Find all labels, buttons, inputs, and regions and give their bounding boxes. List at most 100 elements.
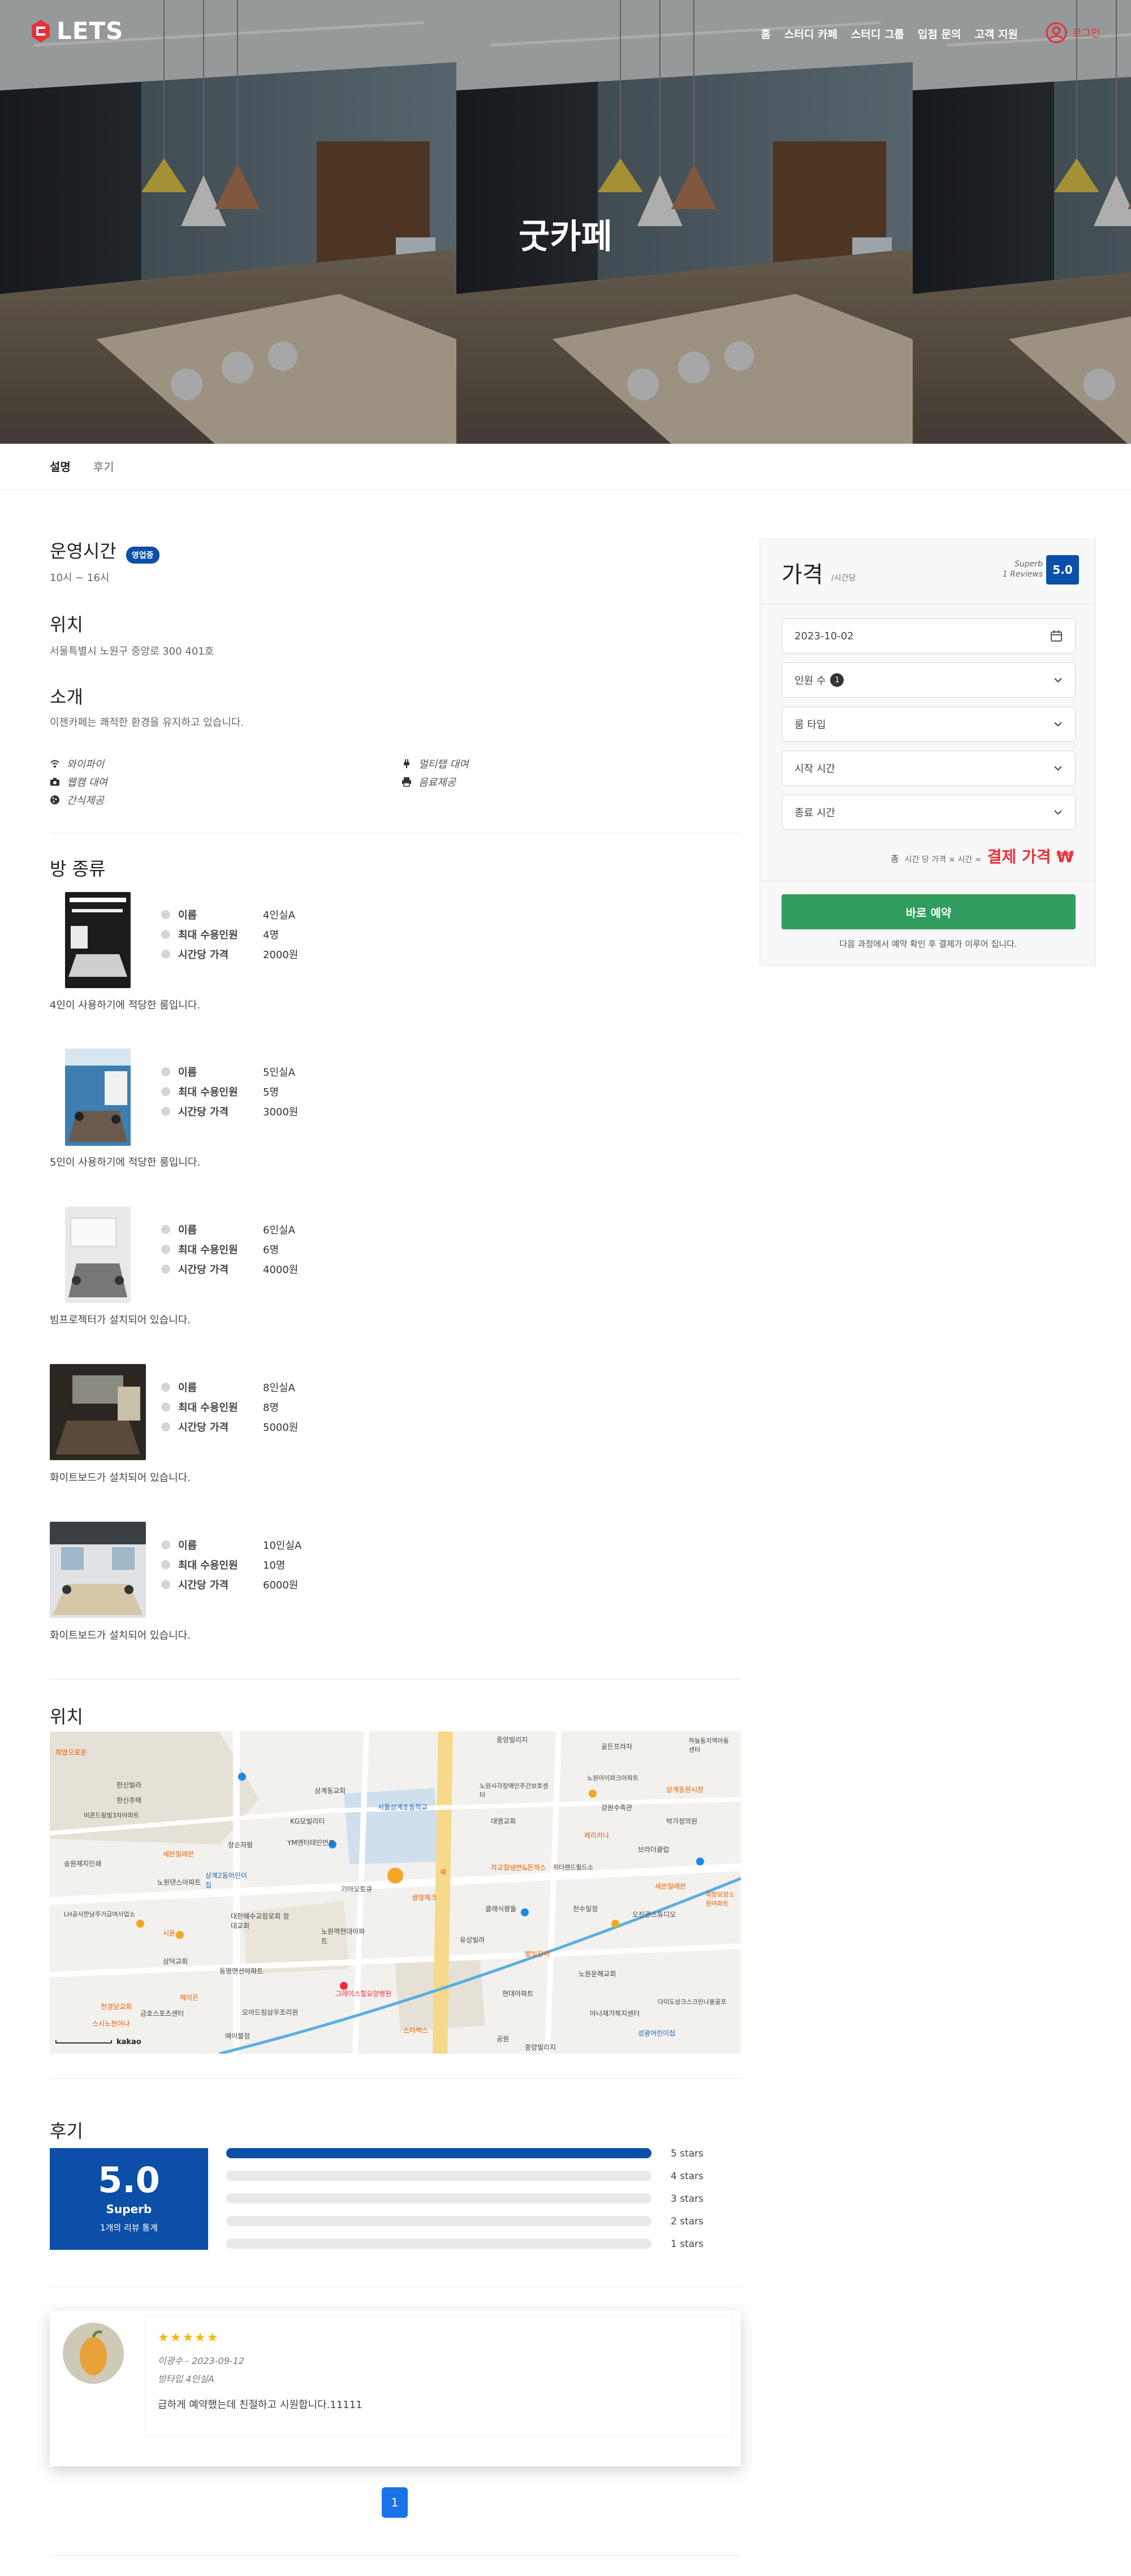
room-spec-row: 최대 수용인원 6명	[161, 1242, 279, 1257]
bullet-icon	[161, 1580, 170, 1589]
room-name: 6인실A	[263, 1224, 295, 1236]
bullet-icon	[161, 1245, 170, 1254]
map-label: 에이블정	[225, 2032, 251, 2040]
map-label: 아너재가복지센터	[590, 2010, 640, 2017]
map-label: 별빛장어	[525, 1950, 550, 1958]
rating-bar	[226, 2171, 651, 2181]
review-room: 방타입 4인실A	[158, 2374, 214, 2384]
room-name: 10인실A	[263, 1540, 302, 1552]
total-price: 결제 가격 ₩	[987, 847, 1074, 866]
people-select[interactable]: 인원 수 1	[782, 663, 1076, 698]
booking-card: 가격 /시간당 Superb 1 Reviews 5.0 2023-10-02 …	[759, 539, 1096, 966]
room-spec-row: 최대 수용인원 10명	[161, 1557, 285, 1572]
start-time-select[interactable]: 시작 시간	[782, 751, 1076, 786]
map-label: 기아오토큐	[341, 1885, 373, 1893]
date-picker[interactable]: 2023-10-02	[782, 618, 1076, 653]
bullet-icon	[161, 1087, 170, 1096]
room-spec-label: 시간당 가격	[178, 1106, 229, 1118]
map-label: 노원아이파크아파트	[587, 1774, 639, 1782]
location-title: 위치	[50, 614, 83, 635]
scale-bar	[55, 2040, 112, 2044]
page-1-button[interactable]: 1	[382, 2487, 408, 2518]
tab-description[interactable]: 설명	[50, 458, 71, 474]
map-label: 세븐일레븐	[655, 1882, 687, 1890]
map-label: 장순자팜	[228, 1841, 253, 1849]
score-summary: 5.0 Superb 1개의 리뷰 통계	[50, 2148, 208, 2250]
room-photo	[50, 1522, 146, 1618]
logo[interactable]: LETS	[29, 17, 123, 45]
book-now-button[interactable]: 바로 예약	[782, 894, 1076, 929]
menu-item-study-group[interactable]: 스터디 그룹	[851, 26, 904, 41]
room-name: 5인실A	[263, 1067, 295, 1079]
map-label: 동명맨션아파트	[219, 1967, 264, 1975]
map-label: 중앙빌리지	[497, 1736, 528, 1744]
rating-bar-label: 2 stars	[671, 2216, 704, 2227]
map-label: 오진관스튜디오	[632, 1911, 676, 1919]
section-divider	[50, 2555, 741, 2556]
room-type-select[interactable]: 룸 타입	[782, 707, 1076, 742]
rating-bar	[226, 2148, 651, 2158]
amenity-item: 와이파이	[50, 756, 104, 771]
map-label: 비콘드림빌3차아파트	[84, 1812, 140, 1819]
rating-bar	[226, 2193, 651, 2203]
room-description: 화이트보드가 설치되어 있습니다.	[50, 1472, 191, 1484]
room-spec-label: 최대 수용인원	[178, 929, 238, 941]
map-title: 위치	[50, 1706, 83, 1728]
map-label: 세븐일레븐	[163, 1850, 195, 1858]
amenity-label: 간식제공	[67, 795, 105, 807]
top-navigation: LETS 홈 스터디 카페 스터디 그룹 입점 문의 고객 지원 로그인	[0, 0, 1131, 67]
tab-reviews[interactable]: 후기	[93, 458, 114, 474]
rating-bar	[226, 2216, 651, 2226]
review-stars: ★★★★★	[158, 2331, 219, 2345]
date-value: 2023-10-02	[795, 630, 854, 642]
rating-bar-label: 1 stars	[671, 2239, 704, 2250]
room-spec-row: 시간당 가격 2000원	[161, 947, 298, 962]
map-label: 강원수족관	[601, 1804, 633, 1812]
end-time-select[interactable]: 종료 시간	[782, 795, 1076, 830]
room-description: 빔프로젝터가 설치되어 있습니다.	[50, 1314, 191, 1326]
amenity-label: 음료제공	[418, 777, 456, 789]
hours-title: 운영시간	[50, 540, 116, 562]
review-text: 급하게 예약했는데 친절하고 시원합니다.11111	[158, 2399, 362, 2411]
map-label: 공원	[497, 2035, 510, 2043]
chevron-down-icon	[1054, 722, 1062, 727]
cafe-title: 굿카페	[519, 217, 612, 257]
user-icon	[1046, 22, 1067, 44]
map-label: 하늘동지역아동센터	[689, 1737, 729, 1754]
room-spec-row: 시간당 가격 3000원	[161, 1104, 298, 1119]
menu-item-partnership[interactable]: 입점 문의	[918, 26, 961, 41]
room-capacity: 10명	[263, 1560, 286, 1571]
bullet-icon	[161, 1225, 170, 1234]
map-label: 천경당교회	[101, 2003, 132, 2011]
room-spec-row: 이름 6인실A	[161, 1222, 295, 1237]
map-label: 위더랜드필드소	[553, 1864, 593, 1871]
map-label: 희망요양소원아파트	[706, 1891, 735, 1907]
room-description: 화이트보드가 설치되어 있습니다.	[50, 1630, 191, 1642]
room-spec-row: 최대 수용인원 4명	[161, 927, 279, 942]
login-button[interactable]: 로그인	[1045, 21, 1100, 44]
location-map[interactable]: 중앙빌리지 골든프라자 하늘동지역아동센터 한신빌라 노원시각장애인주간보호센터…	[50, 1731, 741, 2054]
hours-text: 10시 ~ 16시	[50, 572, 110, 584]
map-label: 유성빌라	[460, 1936, 485, 1944]
map-label: 상계2동어린이집	[205, 1872, 247, 1889]
map-label: 금호스포츠센터	[140, 2010, 184, 2017]
menu-item-study-cafe[interactable]: 스터디 카페	[784, 26, 838, 41]
room-price: 6000원	[263, 1579, 299, 1591]
intro-text: 이젠카페는 쾌적한 환경을 유지하고 있습니다.	[50, 717, 244, 729]
intro-title: 소개	[50, 686, 83, 708]
map-label: 성광어린이집	[638, 2029, 676, 2037]
map-label: 클래식왕돌	[485, 1905, 517, 1913]
menu-item-home[interactable]: 홈	[761, 26, 770, 41]
bullet-icon	[161, 1383, 170, 1392]
map-label: 페리카나	[584, 1832, 610, 1839]
reviews-title: 후기	[50, 2120, 83, 2142]
room-spec-row: 시간당 가격 4000원	[161, 1262, 298, 1276]
price-formula: 시간 당 가격 × 시간 =	[904, 855, 982, 864]
menu-item-support[interactable]: 고객 지원	[974, 26, 1018, 41]
people-label: 인원 수	[795, 675, 826, 687]
bullet-icon	[161, 1265, 170, 1274]
rating-bar-fill	[226, 2148, 651, 2158]
map-label: 노원역현대아파트	[321, 1928, 365, 1945]
bullet-icon	[161, 1107, 170, 1116]
booking-grade: Superb	[1015, 560, 1043, 569]
